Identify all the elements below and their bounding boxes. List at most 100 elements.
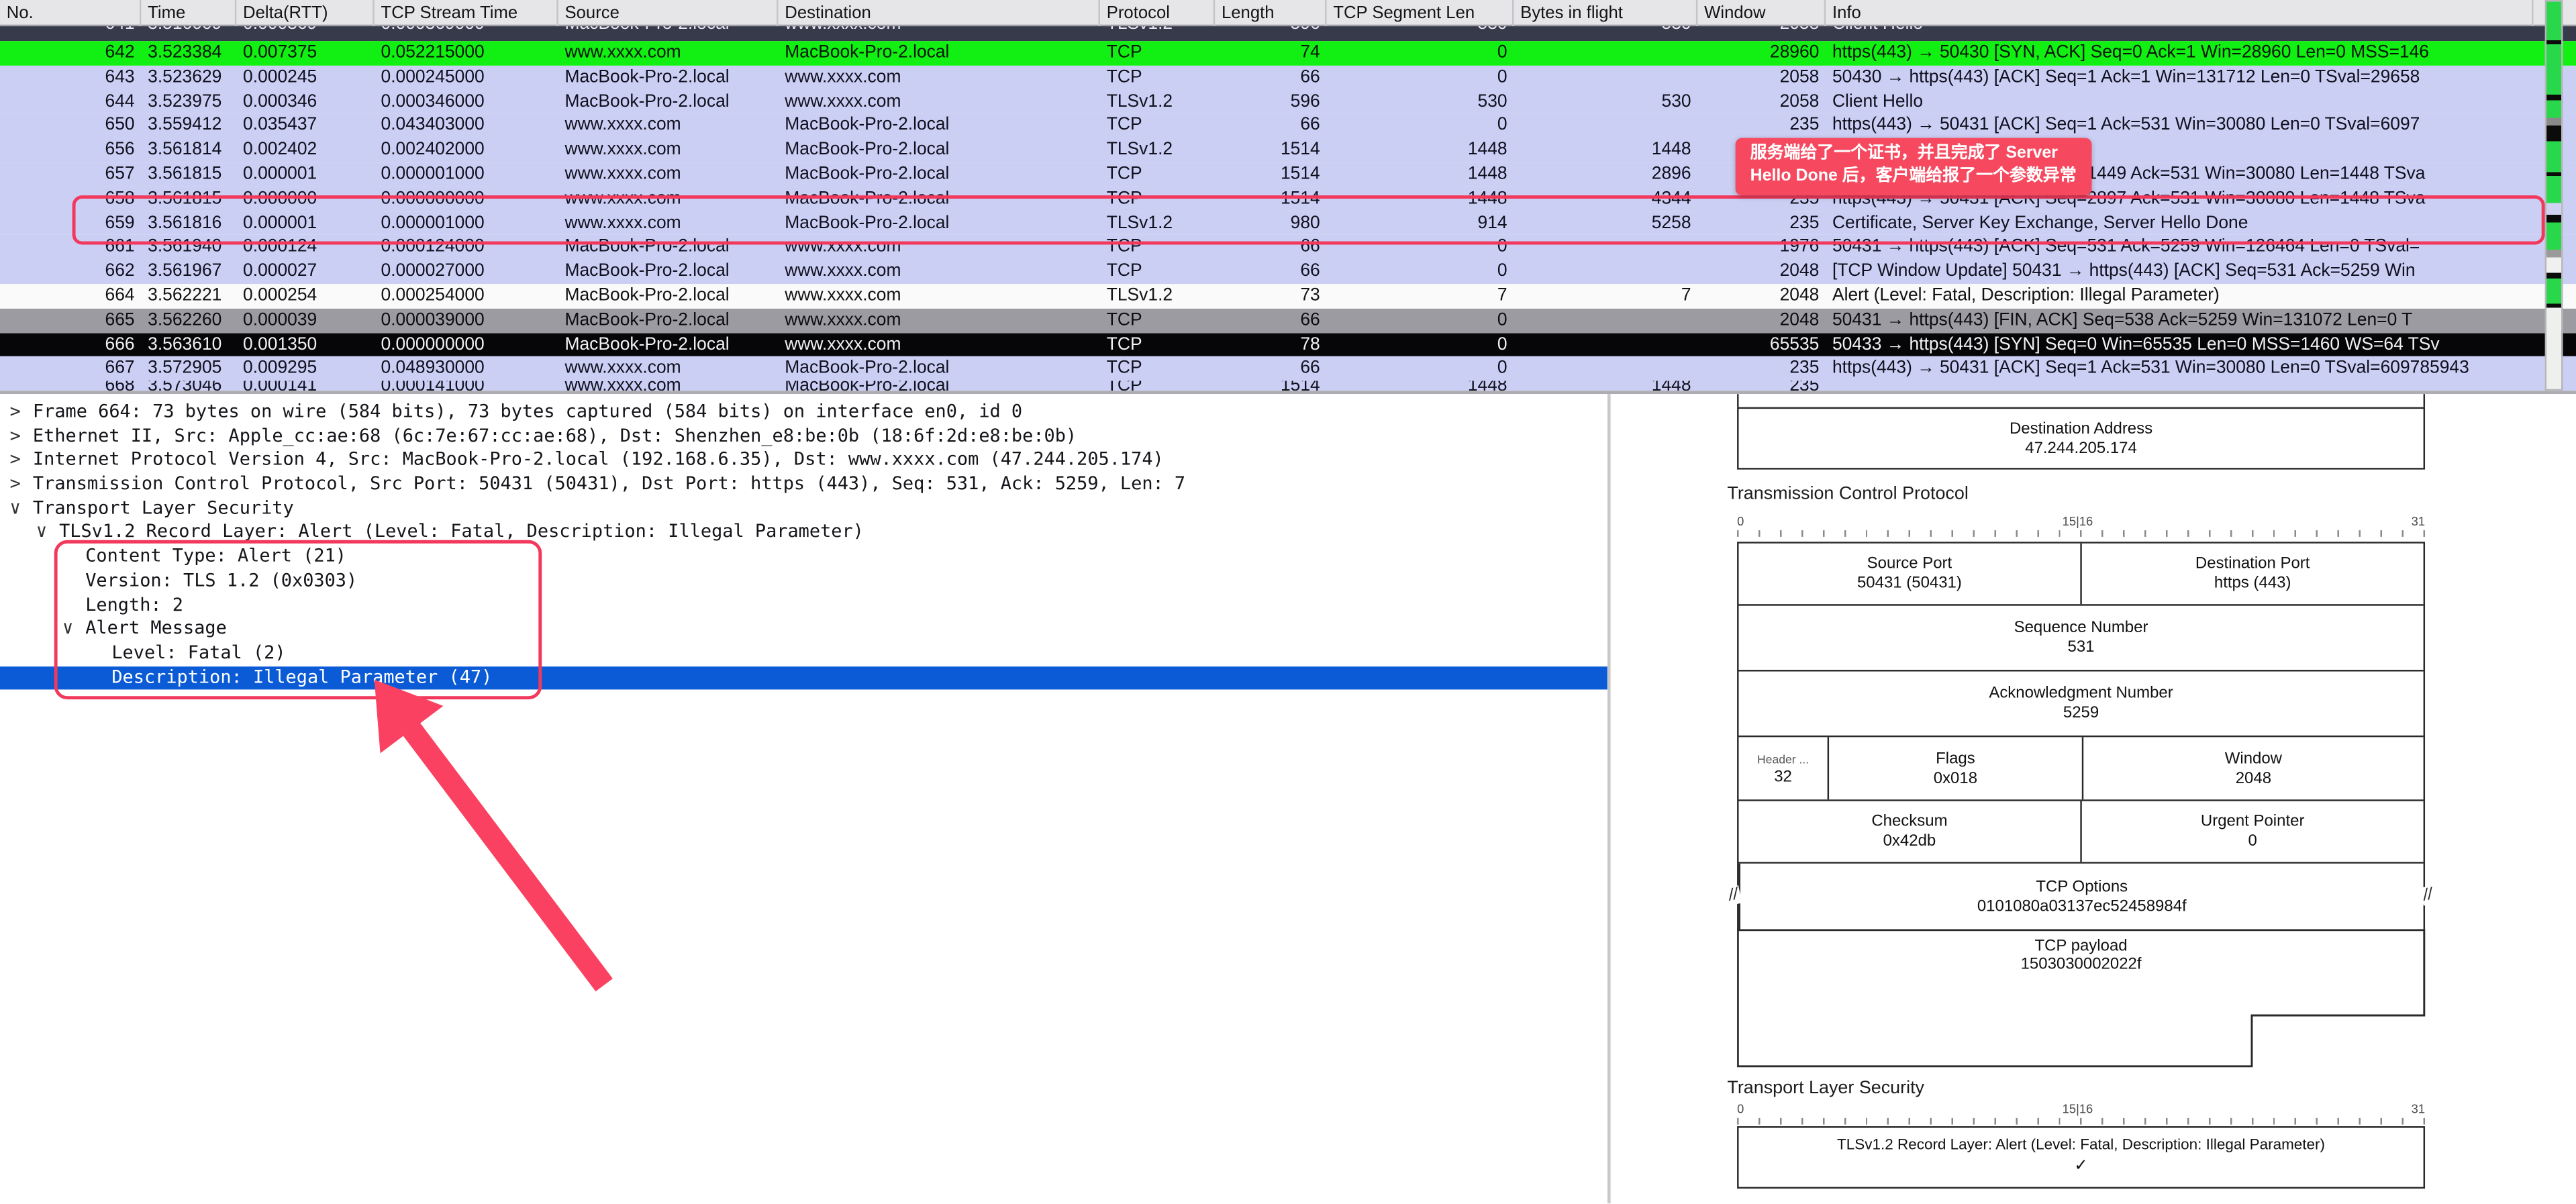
packet-row[interactable]: 662 3.561967 0.000027 0.000027000 MacBoo… (0, 260, 2576, 284)
column-header-source[interactable]: Source (558, 0, 779, 26)
column-header-length[interactable]: Length (1215, 0, 1326, 26)
ip-destination-address-box: Destination Address 47.244.205.174 (1737, 407, 2425, 470)
packet-row[interactable]: 661 3.561940 0.000124 0.000124000 MacBoo… (0, 236, 2576, 260)
cell-time: 3.562221 (141, 284, 236, 308)
tcp-header-length-value: 32 (1774, 768, 1792, 786)
cell-protocol: TCP (1100, 308, 1215, 332)
cell-tcp-stream-time: 0.000254000 (375, 284, 558, 308)
packet-rows: 641 3.516009 0.000369 0.000369000 MacBoo… (0, 26, 2576, 391)
column-header-no[interactable]: No. (0, 0, 141, 26)
expander-icon[interactable]: ∨ (62, 617, 85, 642)
cell-tcp-segment-len: 914 (1327, 211, 1514, 236)
expander-icon[interactable]: > (10, 401, 33, 425)
detail-tree-line[interactable]: >Internet Protocol Version 4, Src: MacBo… (0, 449, 1607, 473)
packet-row[interactable]: 641 3.516009 0.000369 0.000369000 MacBoo… (0, 26, 2576, 41)
cell-no: 657 (0, 162, 141, 187)
cell-protocol: TCP (1100, 333, 1215, 357)
cell-source: MacBook-Pro-2.local (558, 65, 779, 89)
screen: No. Time Delta(RTT) TCP Stream Time Sour… (0, 0, 2576, 1204)
column-header-delta-rtt[interactable]: Delta(RTT) (236, 0, 374, 26)
packet-row[interactable]: 650 3.559412 0.035437 0.043403000 www.xx… (0, 114, 2576, 138)
detail-tree-line[interactable]: Length: 2 (0, 593, 1607, 617)
cell-tcp-segment-len: 0 (1327, 260, 1514, 284)
column-header-time[interactable]: Time (141, 0, 236, 26)
expander-icon[interactable]: ∨ (36, 521, 59, 546)
packet-row[interactable]: 659 3.561816 0.000001 0.000001000 www.xx… (0, 211, 2576, 236)
packet-row[interactable]: 642 3.523384 0.007375 0.052215000 www.xx… (0, 41, 2576, 65)
cell-time: 3.561814 (141, 138, 236, 162)
cell-time: 3.523629 (141, 65, 236, 89)
detail-tree-text: Level: Fatal (2) (111, 642, 285, 663)
tcp-acknowledgment-number-value: 5259 (2063, 704, 2099, 722)
cell-no: 664 (0, 284, 141, 308)
cell-source: www.xxxx.com (558, 211, 779, 236)
column-header-bytes-in-flight[interactable]: Bytes in flight (1514, 0, 1697, 26)
tcp-window-label: Window (2225, 750, 2282, 768)
tcp-checksum-value: 0x42db (1883, 832, 1936, 850)
column-header-tcp-segment-len[interactable]: TCP Segment Len (1327, 0, 1514, 26)
packet-row[interactable]: 668 3.573046 0.000141 0.000141000 www.xx… (0, 381, 2576, 391)
column-header-destination[interactable]: Destination (778, 0, 1099, 26)
ip-destination-address-label: Destination Address (1739, 419, 2424, 438)
detail-tree-text: TLSv1.2 Record Layer: Alert (Level: Fata… (59, 521, 864, 543)
intelligent-scrollbar-minimap[interactable] (2545, 0, 2563, 391)
cell-delta-rtt: 0.000000 (236, 187, 374, 211)
tls-section-title: Transport Layer Security (1727, 1078, 1924, 1098)
cell-bytes-in-flight: 2896 (1514, 162, 1697, 187)
column-header-info[interactable]: Info (1826, 0, 2533, 26)
cell-tcp-segment-len: 0 (1327, 41, 1514, 65)
cell-length: 66 (1215, 308, 1326, 332)
cell-source: MacBook-Pro-2.local (558, 260, 779, 284)
column-header-protocol[interactable]: Protocol (1100, 0, 1215, 26)
cell-info: 50430 → https(443) [ACK] Seq=1 Ack=1 Win… (1826, 65, 2533, 89)
cell-source: MacBook-Pro-2.local (558, 26, 779, 37)
detail-tree-line[interactable]: ∨TLSv1.2 Record Layer: Alert (Level: Fat… (0, 521, 1607, 546)
cell-protocol: TCP (1100, 114, 1215, 138)
packet-row[interactable]: 643 3.523629 0.000245 0.000245000 MacBoo… (0, 65, 2576, 89)
cell-info: https(443) → 50430 [SYN, ACK] Seq=0 Ack=… (1826, 41, 2533, 65)
detail-tree-line[interactable]: Level: Fatal (2) (0, 642, 1607, 666)
column-header-window[interactable]: Window (1697, 0, 1826, 26)
expander-icon[interactable]: > (10, 425, 33, 449)
cell-no: 662 (0, 260, 141, 284)
detail-tree-line[interactable]: >Transmission Control Protocol, Src Port… (0, 473, 1607, 497)
cell-time: 3.561940 (141, 236, 236, 260)
truncation-mark-icon: // (2421, 885, 2437, 905)
detail-tree-line[interactable]: ∨Alert Message (0, 617, 1607, 642)
packet-row[interactable]: 657 3.561815 0.000001 0.000001000 www.xx… (0, 162, 2576, 187)
detail-tree-line[interactable]: >Frame 664: 73 bytes on wire (584 bits),… (0, 401, 1607, 425)
cell-window: 2058 (1697, 90, 1826, 114)
detail-tree-text: Frame 664: 73 bytes on wire (584 bits), … (33, 401, 1022, 422)
expander-icon[interactable]: ∨ (10, 497, 33, 521)
detail-tree-line[interactable]: Version: TLS 1.2 (0x0303) (0, 569, 1607, 593)
cell-info: https(443) → 50431 [ACK] Seq=1 Ack=531 W… (1826, 114, 2533, 138)
expander-icon[interactable]: > (10, 473, 33, 497)
packet-row[interactable]: 658 3.561815 0.000000 0.000000000 www.xx… (0, 187, 2576, 211)
cell-tcp-stream-time: 0.000027000 (375, 260, 558, 284)
cell-length: 66 (1215, 357, 1326, 381)
cell-length: 74 (1215, 41, 1326, 65)
cell-tcp-stream-time: 0.000124000 (375, 236, 558, 260)
packet-row[interactable]: 644 3.523975 0.000346 0.000346000 MacBoo… (0, 90, 2576, 114)
cell-time: 3.572905 (141, 357, 236, 381)
cell-info: 50431 → https(443) [ACK] Seq=531 Ack=525… (1826, 236, 2533, 260)
packet-row[interactable]: 667 3.572905 0.009295 0.048930000 www.xx… (0, 357, 2576, 381)
ip-destination-address-value: 47.244.205.174 (1739, 439, 2424, 457)
cell-delta-rtt: 0.000124 (236, 236, 374, 260)
detail-tree-line[interactable]: >Ethernet II, Src: Apple_cc:ae:68 (6c:7e… (0, 425, 1607, 449)
column-header-tcp-stream-time[interactable]: TCP Stream Time (375, 0, 558, 26)
cell-destination: www.xxxx.com (778, 284, 1099, 308)
cell-source: MacBook-Pro-2.local (558, 236, 779, 260)
cell-destination: www.xxxx.com (778, 90, 1099, 114)
packet-row[interactable]: 665 3.562260 0.000039 0.000039000 MacBoo… (0, 308, 2576, 332)
expander-icon[interactable]: > (10, 449, 33, 473)
packet-row[interactable]: 656 3.561814 0.002402 0.002402000 www.xx… (0, 138, 2576, 162)
detail-tree-line[interactable]: Description: Illegal Parameter (47) (0, 666, 1607, 690)
packet-row[interactable]: 666 3.563610 0.001350 0.000000000 MacBoo… (0, 333, 2576, 357)
cell-tcp-segment-len: 0 (1327, 333, 1514, 357)
cell-no: 650 (0, 114, 141, 138)
detail-tree-line[interactable]: Content Type: Alert (21) (0, 545, 1607, 569)
detail-tree-line[interactable]: ∨Transport Layer Security (0, 497, 1607, 521)
detail-tree-text: Transmission Control Protocol, Src Port:… (33, 473, 1185, 495)
packet-row[interactable]: 664 3.562221 0.000254 0.000254000 MacBoo… (0, 284, 2576, 308)
